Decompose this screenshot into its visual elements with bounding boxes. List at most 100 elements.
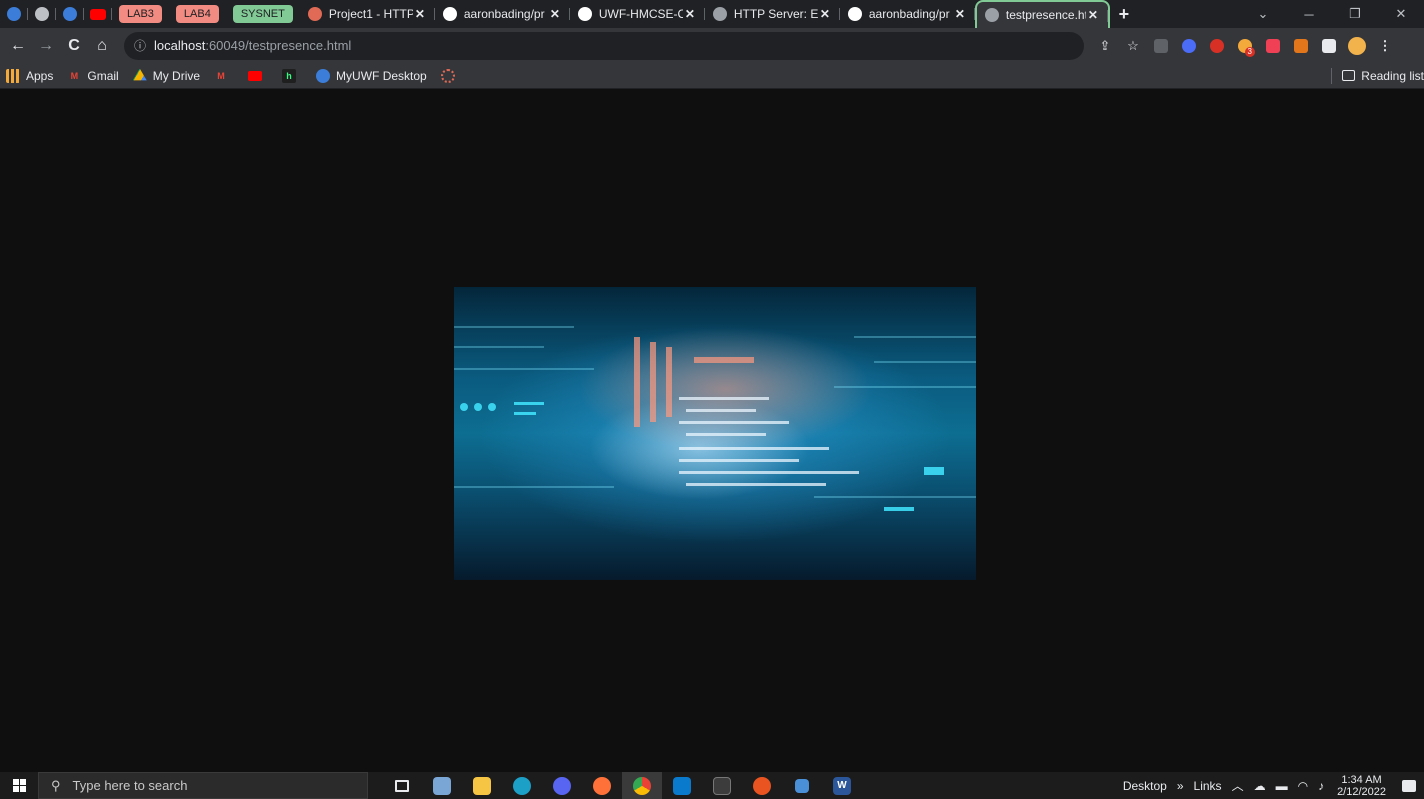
taskbar-word[interactable]: W (822, 772, 862, 799)
extensions-area: ⇪ ☆ 3 ⋮ (1094, 35, 1396, 57)
bookmark-myuwf[interactable]: MyUWF Desktop (316, 68, 427, 83)
tab-group-lab3[interactable]: LAB3 (119, 5, 162, 23)
bookmark-gmail[interactable]: M Gmail (67, 69, 119, 83)
close-icon[interactable]: ✕ (1086, 8, 1100, 22)
taskbar-search[interactable]: ⚲ Type here to search (38, 772, 368, 799)
system-tray: Desktop » Links ︿ ☁ ▬ ◠ ♪ 1:34 AM 2/12/2… (1118, 772, 1424, 799)
profile-avatar[interactable] (1346, 35, 1368, 57)
bookmark-label: Apps (26, 68, 54, 83)
task-view-icon (395, 779, 409, 792)
maximize-button[interactable]: ❐ (1332, 0, 1378, 28)
extensions-puzzle-icon[interactable] (1318, 35, 1340, 57)
volume-icon[interactable]: ♪ (1318, 779, 1324, 793)
extension-k-icon[interactable] (1150, 35, 1172, 57)
tab-project1[interactable]: Project1 - HTTP ✕ (300, 0, 435, 28)
tab-title: aaronbading/pr (463, 7, 545, 21)
pinned-tab-uwf[interactable] (0, 0, 28, 28)
close-icon[interactable]: ✕ (683, 7, 697, 21)
onedrive-icon[interactable]: ☁ (1254, 779, 1266, 793)
chrome-icon (633, 776, 651, 795)
extension-pocket-icon[interactable] (1262, 35, 1284, 57)
reading-list-label: Reading list (1361, 68, 1424, 83)
pinned-tabs (0, 0, 112, 28)
tab-http-server[interactable]: HTTP Server: Ev ✕ (705, 0, 840, 28)
menu-kebab-icon[interactable]: ⋮ (1374, 35, 1396, 57)
reload-button[interactable]: C (60, 32, 88, 60)
taskbar-firefox[interactable] (582, 772, 622, 799)
tab-github-1[interactable]: aaronbading/pr ✕ (435, 0, 570, 28)
forward-button[interactable]: → (32, 32, 60, 60)
extension-cookie-icon[interactable]: 3 (1234, 35, 1256, 57)
bookmark-label: My Drive (152, 68, 201, 83)
tab-search-chevron-icon[interactable]: ⌄ (1240, 0, 1286, 28)
taskbar-network[interactable] (782, 772, 822, 799)
tray-desktop-toolbar[interactable]: Desktop (1123, 779, 1167, 793)
bookmark-drive[interactable]: My Drive (132, 68, 201, 83)
taskbar-terminal[interactable] (702, 772, 742, 799)
pocket-icon (1266, 38, 1280, 53)
wifi-icon[interactable]: ◠ (1298, 779, 1308, 793)
pinned-tab-globe[interactable] (28, 0, 56, 28)
taskbar-edge[interactable] (502, 772, 542, 799)
clock[interactable]: 1:34 AM 2/12/2022 (1337, 774, 1386, 798)
bookmark-canvas[interactable] (440, 68, 461, 83)
start-button[interactable] (0, 772, 38, 799)
address-bar[interactable]: ⓘ localhost:60049/testpresence.html (124, 31, 1084, 60)
bookmark-h[interactable]: h (282, 68, 302, 83)
gmail-icon: M (70, 70, 79, 81)
bookmark-star-icon[interactable]: ☆ (1122, 35, 1144, 57)
pinned-tab-youtube[interactable] (84, 0, 112, 28)
taskbar-discord[interactable] (542, 772, 582, 799)
avatar-icon (1348, 36, 1366, 55)
share-icon[interactable]: ⇪ (1094, 35, 1116, 57)
tab-title: UWF-HMCSE-C (598, 7, 683, 21)
tab-strip: LAB3 LAB4 SYSNET Project1 - HTTP ✕ aaron… (0, 0, 1424, 28)
clock-date: 2/12/2022 (1337, 785, 1386, 798)
url-host: localhost (154, 38, 206, 53)
bookmark-gmail-2[interactable]: M (214, 69, 234, 83)
taskbar-ubuntu[interactable] (742, 772, 782, 799)
new-tab-button[interactable]: + (1110, 4, 1138, 25)
back-button[interactable]: ← (4, 32, 32, 60)
reading-list-button[interactable]: Reading list (1331, 67, 1424, 84)
tray-chevron-icon[interactable]: » (1177, 779, 1184, 793)
tab-group-sysnet[interactable]: SYSNET (232, 5, 293, 23)
taskbar-chrome[interactable] (622, 772, 662, 799)
extension-metamask-icon[interactable] (1290, 35, 1312, 57)
close-window-button[interactable]: ✕ (1378, 0, 1424, 28)
tab-github-3[interactable]: aaronbading/pr ✕ (840, 0, 975, 28)
close-icon[interactable]: ✕ (818, 7, 832, 21)
tray-links-toolbar[interactable]: Links (1194, 779, 1222, 793)
home-button[interactable]: ⌂ (88, 32, 116, 60)
taskbar-paint[interactable] (422, 772, 462, 799)
notification-center-button[interactable] (1394, 772, 1424, 799)
tab-github-2[interactable]: UWF-HMCSE-C ✕ (570, 0, 705, 28)
taskbar-file-explorer[interactable] (462, 772, 502, 799)
pinned-tab-uwf-2[interactable] (56, 0, 84, 28)
tab-testpresence[interactable]: testpresence.htn ✕ (974, 0, 1110, 28)
uwf-icon (316, 68, 331, 83)
close-icon[interactable]: ✕ (953, 7, 967, 21)
extension-ublock-icon[interactable] (1206, 35, 1228, 57)
tab-group-lab4[interactable]: LAB4 (175, 5, 219, 23)
close-icon[interactable]: ✕ (548, 7, 562, 21)
reading-list-icon (1342, 70, 1356, 81)
search-placeholder: Type here to search (72, 778, 188, 793)
windows-taskbar: ⚲ Type here to search W Desktop » Links … (0, 772, 1424, 799)
clock-time: 1:34 AM (1341, 773, 1382, 786)
minimize-button[interactable]: ─ (1286, 0, 1332, 28)
globe-icon (712, 7, 727, 21)
bookmark-apps[interactable]: Apps (6, 68, 54, 83)
task-view-button[interactable] (382, 772, 422, 799)
puzzle-icon (1322, 38, 1336, 53)
windows-logo-icon (12, 779, 26, 792)
extension-wave-icon[interactable] (1178, 35, 1200, 57)
tray-overflow-icon[interactable]: ︿ (1232, 777, 1244, 794)
battery-icon[interactable]: ▬ (1276, 779, 1288, 793)
taskbar-vscode[interactable] (662, 772, 702, 799)
site-info-icon[interactable]: ⓘ (134, 37, 146, 54)
bookmark-youtube[interactable] (248, 70, 268, 81)
search-icon: ⚲ (51, 777, 61, 793)
close-icon[interactable]: ✕ (413, 7, 427, 21)
h-icon: h (282, 68, 297, 83)
